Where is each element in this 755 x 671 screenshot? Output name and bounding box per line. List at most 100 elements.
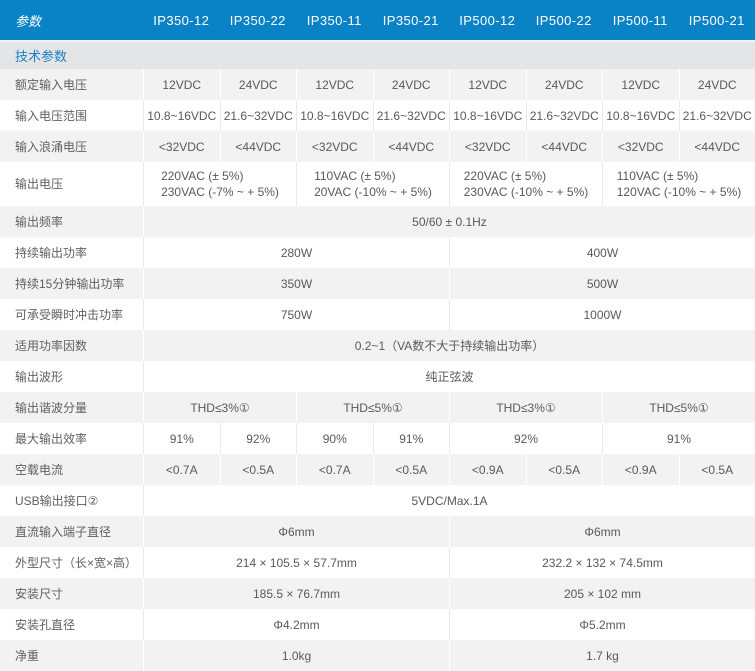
table-row: 额定输入电压12VDC24VDC12VDC24VDC12VDC24VDC12VD… bbox=[0, 69, 755, 100]
section-title: 技术参数 bbox=[0, 40, 755, 69]
table-row: 直流输入端子直径Φ6mmΦ6mm bbox=[0, 516, 755, 547]
column-header-model-5: IP500-12 bbox=[449, 13, 526, 28]
spec-cell: 91% bbox=[602, 423, 755, 454]
spec-cell: Φ6mm bbox=[143, 516, 449, 547]
spec-cell: <44VDC bbox=[220, 131, 297, 162]
spec-cell: 90% bbox=[296, 423, 373, 454]
table-row: 空载电流<0.7A<0.5A<0.7A<0.5A<0.9A<0.5A<0.9A<… bbox=[0, 454, 755, 485]
row-label: 输入浪涌电压 bbox=[0, 131, 143, 162]
spec-cell: 12VDC bbox=[296, 69, 373, 100]
table-row: 输出电压220VAC (± 5%) 230VAC (-7% ~ + 5%)110… bbox=[0, 162, 755, 206]
spec-cell: 21.6~32VDC bbox=[220, 100, 297, 131]
spec-cell: <0.7A bbox=[296, 454, 373, 485]
spec-cell: 10.8~16VDC bbox=[602, 100, 679, 131]
table-row: 输入电压范围10.8~16VDC21.6~32VDC10.8~16VDC21.6… bbox=[0, 100, 755, 131]
row-label: 输入电压范围 bbox=[0, 100, 143, 131]
row-label: 额定输入电压 bbox=[0, 69, 143, 100]
spec-cell: <44VDC bbox=[373, 131, 450, 162]
spec-cell: 24VDC bbox=[373, 69, 450, 100]
spec-cell: <32VDC bbox=[602, 131, 679, 162]
table-row: 输出波形纯正弦波 bbox=[0, 361, 755, 392]
spec-table-page: 参数 IP350-12 IP350-22 IP350-11 IP350-21 I… bbox=[0, 0, 755, 671]
row-label: 安装孔直径 bbox=[0, 609, 143, 640]
spec-cell: 220VAC (± 5%) 230VAC (-10% ~ + 5%) bbox=[449, 162, 602, 206]
spec-cell: 50/60 ± 0.1Hz bbox=[143, 206, 755, 237]
row-label: 净重 bbox=[0, 640, 143, 671]
table-row: 最大输出效率91%92%90%91%92%91% bbox=[0, 423, 755, 454]
table-row: 持续15分钟输出功率350W500W bbox=[0, 268, 755, 299]
column-header-model-1: IP350-12 bbox=[143, 13, 220, 28]
spec-cell: 1.0kg bbox=[143, 640, 449, 671]
spec-cell: <0.5A bbox=[373, 454, 450, 485]
spec-cell: 220VAC (± 5%) 230VAC (-7% ~ + 5%) bbox=[143, 162, 296, 206]
spec-cell: THD≤5%① bbox=[296, 392, 449, 423]
row-label: 输出波形 bbox=[0, 361, 143, 392]
spec-cell: Φ6mm bbox=[449, 516, 755, 547]
row-label: 空载电流 bbox=[0, 454, 143, 485]
spec-cell: 91% bbox=[373, 423, 450, 454]
column-header-model-2: IP350-22 bbox=[220, 13, 297, 28]
spec-cell: 0.2~1（VA数不大于持续输出功率） bbox=[143, 330, 755, 361]
spec-cell: 21.6~32VDC bbox=[373, 100, 450, 131]
spec-table-body: 额定输入电压12VDC24VDC12VDC24VDC12VDC24VDC12VD… bbox=[0, 69, 755, 671]
spec-cell: 232.2 × 132 × 74.5mm bbox=[449, 547, 755, 578]
spec-cell: 92% bbox=[220, 423, 297, 454]
spec-cell: THD≤3%① bbox=[449, 392, 602, 423]
spec-cell: 24VDC bbox=[220, 69, 297, 100]
spec-cell: 205 × 102 mm bbox=[449, 578, 755, 609]
column-header-model-8: IP500-21 bbox=[679, 13, 755, 28]
spec-cell: 280W bbox=[143, 237, 449, 268]
row-label: 输出频率 bbox=[0, 206, 143, 237]
row-label: 适用功率因数 bbox=[0, 330, 143, 361]
spec-cell: Φ5.2mm bbox=[449, 609, 755, 640]
row-label: 输出谐波分量 bbox=[0, 392, 143, 423]
spec-cell: 10.8~16VDC bbox=[296, 100, 373, 131]
row-label: 可承受瞬时冲击功率 bbox=[0, 299, 143, 330]
param-column-header: 参数 bbox=[0, 11, 143, 30]
spec-cell: 21.6~32VDC bbox=[679, 100, 755, 131]
row-label: 输出电压 bbox=[0, 162, 143, 206]
spec-cell: 350W bbox=[143, 268, 449, 299]
table-row: 可承受瞬时冲击功率750W1000W bbox=[0, 299, 755, 330]
row-label: 持续15分钟输出功率 bbox=[0, 268, 143, 299]
spec-cell: <32VDC bbox=[449, 131, 526, 162]
spec-cell: 92% bbox=[449, 423, 602, 454]
table-row: 输出谐波分量THD≤3%①THD≤5%①THD≤3%①THD≤5%① bbox=[0, 392, 755, 423]
spec-cell: 5VDC/Max.1A bbox=[143, 485, 755, 516]
spec-cell: 91% bbox=[143, 423, 220, 454]
spec-cell: 500W bbox=[449, 268, 755, 299]
spec-cell: 1000W bbox=[449, 299, 755, 330]
table-row: 外型尺寸（长×宽×高）214 × 105.5 × 57.7mm232.2 × 1… bbox=[0, 547, 755, 578]
row-label: 外型尺寸（长×宽×高） bbox=[0, 547, 143, 578]
row-label: 安装尺寸 bbox=[0, 578, 143, 609]
spec-cell: 214 × 105.5 × 57.7mm bbox=[143, 547, 449, 578]
column-header-model-3: IP350-11 bbox=[296, 13, 373, 28]
row-label: 持续输出功率 bbox=[0, 237, 143, 268]
spec-cell: <0.9A bbox=[602, 454, 679, 485]
spec-cell: 750W bbox=[143, 299, 449, 330]
spec-cell: 24VDC bbox=[679, 69, 755, 100]
spec-cell: 400W bbox=[449, 237, 755, 268]
row-label: 最大输出效率 bbox=[0, 423, 143, 454]
spec-cell: 1.7 kg bbox=[449, 640, 755, 671]
table-row: 净重1.0kg1.7 kg bbox=[0, 640, 755, 671]
table-row: 输出频率50/60 ± 0.1Hz bbox=[0, 206, 755, 237]
spec-cell: <44VDC bbox=[679, 131, 755, 162]
spec-cell: 185.5 × 76.7mm bbox=[143, 578, 449, 609]
row-label: USB输出接口② bbox=[0, 485, 143, 516]
spec-cell: <0.7A bbox=[143, 454, 220, 485]
spec-cell: <32VDC bbox=[143, 131, 220, 162]
spec-cell: 24VDC bbox=[526, 69, 603, 100]
column-header-model-4: IP350-21 bbox=[373, 13, 450, 28]
spec-cell: 12VDC bbox=[602, 69, 679, 100]
spec-cell: 12VDC bbox=[449, 69, 526, 100]
spec-cell: Φ4.2mm bbox=[143, 609, 449, 640]
spec-cell: 纯正弦波 bbox=[143, 361, 755, 392]
table-row: 适用功率因数0.2~1（VA数不大于持续输出功率） bbox=[0, 330, 755, 361]
spec-cell: <0.5A bbox=[679, 454, 755, 485]
spec-cell: <0.5A bbox=[220, 454, 297, 485]
spec-cell: 21.6~32VDC bbox=[526, 100, 603, 131]
spec-cell: 110VAC (± 5%) 120VAC (-10% ~ + 5%) bbox=[602, 162, 755, 206]
spec-cell: 12VDC bbox=[143, 69, 220, 100]
spec-cell: 110VAC (± 5%) 20VAC (-10% ~ + 5%) bbox=[296, 162, 449, 206]
